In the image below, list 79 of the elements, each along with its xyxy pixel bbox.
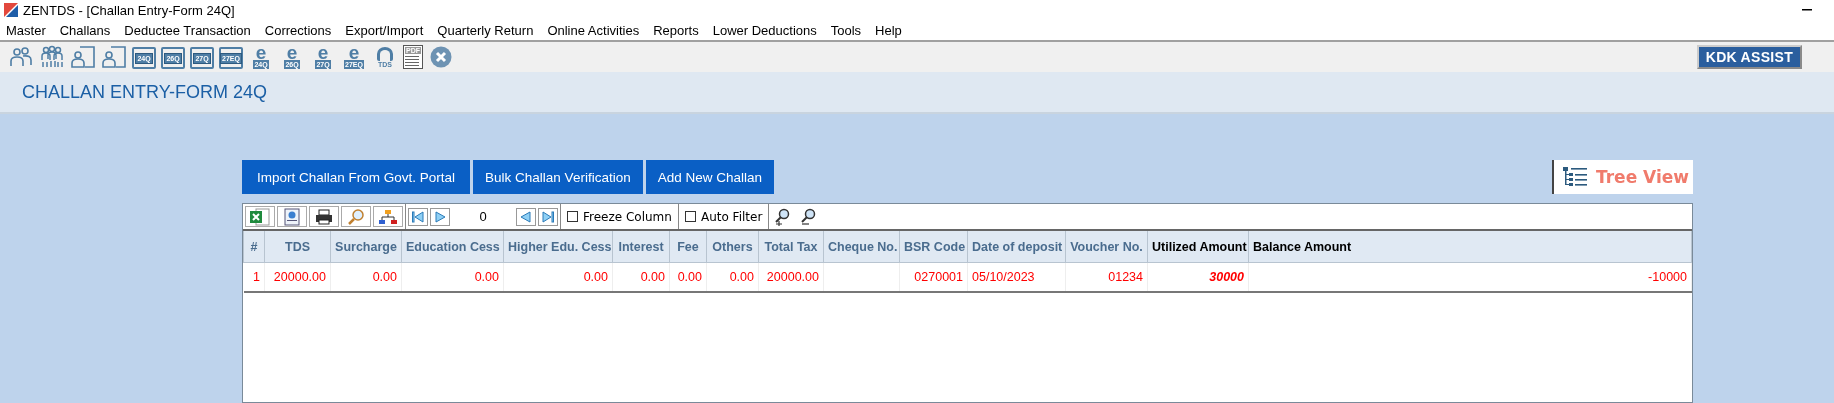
person-form-icon [70, 45, 96, 69]
column-header[interactable]: Utilized Amount [1147, 231, 1249, 263]
tree-icon [1562, 166, 1588, 188]
print-button[interactable] [309, 206, 339, 227]
column-header[interactable]: TDS [264, 231, 331, 263]
column-header[interactable]: Education Cess [401, 231, 504, 263]
table-cell: 20000.00 [264, 262, 331, 292]
column-header[interactable]: Voucher No. [1065, 231, 1148, 263]
table-cell: 0.00 [330, 262, 402, 292]
menu-item[interactable]: Quarterly Return [437, 22, 534, 38]
person-form-icon [101, 45, 127, 69]
checkbox[interactable] [684, 211, 696, 222]
hierarchy-button[interactable] [373, 206, 403, 227]
column-header[interactable]: Higher Edu. Cess [503, 231, 613, 263]
menu-item[interactable]: Reports [653, 22, 699, 38]
record-counter: 0 [478, 209, 488, 224]
hierarchy-icon [379, 208, 397, 225]
next-button[interactable] [430, 207, 450, 226]
table-cell: 05/10/2023 [967, 262, 1066, 292]
toolbar-button[interactable] [101, 43, 127, 71]
last-button[interactable] [538, 207, 558, 226]
table-cell: 01234 [1065, 262, 1148, 292]
column-header[interactable]: Fee [669, 231, 707, 263]
app-logo-icon [4, 3, 18, 17]
search-icon [347, 207, 365, 226]
column-header[interactable]: BSR Code [899, 231, 968, 263]
column-header[interactable]: Total Tax [758, 231, 824, 263]
column-header[interactable]: Others [706, 231, 759, 263]
menu-item[interactable]: Export/Import [345, 22, 424, 38]
table-cell: 0.00 [669, 262, 707, 292]
table-cell: 0.00 [706, 262, 759, 292]
table-cell: 0.00 [503, 262, 613, 292]
users-icon [9, 46, 33, 68]
web-page-icon [284, 207, 300, 226]
menu-item[interactable]: Challans [59, 22, 111, 38]
table-cell: 0.00 [401, 262, 504, 292]
table-cell: -10000 [1248, 262, 1692, 292]
menu-item[interactable]: Help [875, 22, 902, 38]
checkbox-label: Auto Filter [700, 209, 763, 224]
column-header[interactable]: Date of deposit [967, 231, 1066, 263]
column-header[interactable]: Interest [612, 231, 670, 263]
skip-next-icon [541, 210, 555, 223]
minimize-icon[interactable] [1802, 9, 1812, 11]
menu-item[interactable]: Master [6, 22, 46, 38]
page-title: CHALLAN ENTRY-FORM 24Q [22, 81, 268, 103]
table-cell: 20000.00 [758, 262, 824, 292]
checkbox-label: Freeze Column [583, 209, 672, 224]
window-title: ZENTDS - [Challan Entry-Form 24Q] [23, 2, 236, 18]
table-cell: 1 [243, 262, 265, 292]
menu-item[interactable]: Lower Deductions [712, 22, 817, 38]
next-icon [433, 210, 447, 223]
previous-button[interactable] [516, 207, 536, 226]
action-button[interactable]: Add New Challan [645, 160, 774, 194]
action-button[interactable]: Bulk Challan Verification [473, 160, 643, 194]
column-header[interactable]: Cheque No. [823, 231, 900, 263]
toolbar-button[interactable] [70, 43, 96, 71]
menu-item[interactable]: Corrections [264, 22, 332, 38]
column-header[interactable]: # [243, 231, 265, 263]
close-icon [430, 46, 452, 68]
table-cell: 0270001 [899, 262, 968, 292]
tree-view-button[interactable]: Tree View [1552, 160, 1693, 194]
spreadsheet-icon [249, 207, 271, 226]
menu-item[interactable]: Online Activities [547, 22, 640, 38]
checkbox[interactable] [567, 211, 578, 222]
previous-icon [519, 210, 533, 223]
first-button[interactable] [408, 207, 428, 226]
column-header[interactable]: Balance Amount [1248, 231, 1692, 263]
excel-button[interactable] [245, 206, 275, 227]
column-header[interactable]: Surcharge [330, 231, 402, 263]
kdk-assist-button[interactable]: KDK ASSIST [1696, 45, 1802, 69]
menu-item[interactable]: Deductee Transaction [124, 22, 251, 38]
action-button[interactable]: Import Challan From Govt. Portal [242, 160, 471, 194]
group-icon [39, 45, 65, 69]
table-cell: 30000 [1147, 262, 1249, 292]
skip-previous-icon [411, 210, 425, 223]
table-cell: 0.00 [612, 262, 670, 292]
menu-item[interactable]: Tools [830, 22, 862, 38]
export-button[interactable] [277, 206, 307, 227]
printer-icon [315, 208, 333, 225]
